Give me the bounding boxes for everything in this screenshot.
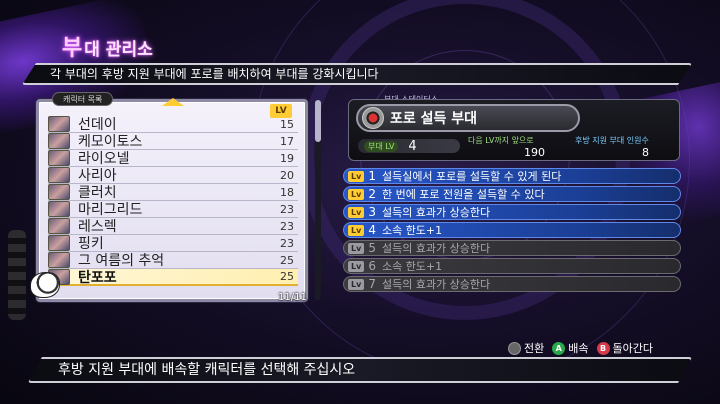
character-portrait-icon [48,201,70,217]
skill-lv-badge: Lv [348,188,365,200]
skill-description: 설득의 효과가 상승한다 [381,278,491,291]
skill-description: 한 번에 포로 전원을 설득할 수 있다 [381,188,545,201]
skill-level-number: 6 [368,259,376,273]
character-level: 25 [280,270,294,283]
help-message-bar: 후방 지원 부대에 배속할 캐릭터를 선택해 주십시오 [28,357,692,383]
list-scrollbar[interactable] [315,100,321,300]
character-level: 18 [280,185,294,199]
character-level: 23 [280,202,294,216]
character-level: 23 [280,219,294,233]
character-portrait-icon [48,133,70,149]
squad-skill-list: Lv 1 설득실에서 포로를 설득할 수 있게 된다 Lv 2 한 번에 포로 … [343,168,681,294]
squad-level-box: 부대 LV 4 [358,138,460,154]
skill-description: 설득의 효과가 상승한다 [381,242,491,255]
skill-lv-badge: Lv [348,170,365,182]
skill-description: 설득실에서 포로를 설득할 수 있게 된다 [381,170,562,183]
character-name: 탄포포 [78,269,117,286]
skill-row-lv7: Lv 7 설득의 효과가 상승한다 [343,276,681,292]
character-level: 23 [280,236,294,250]
character-level: 15 [280,117,294,131]
squad-name: 포로 설득 부대 [390,111,478,127]
decorative-chain-icon [8,230,26,320]
character-portrait-icon [48,150,70,166]
character-portrait-icon [48,218,70,234]
character-portrait-icon [48,184,70,200]
list-scrollbar-thumb[interactable] [315,100,321,142]
squad-level-value: 4 [408,138,417,154]
character-level: 25 [280,253,294,267]
support-count-label: 후방 지원 부대 인원수 [575,136,649,145]
skill-lv-badge: Lv [348,278,365,290]
screen-title-rest: 대 관리소 [84,40,153,60]
character-portrait-icon [48,116,70,132]
character-level: 17 [280,134,294,148]
assign-hint-label: 배속 [568,342,589,355]
squad-name-plate: 포로 설득 부대 [356,104,580,132]
support-count-value: 8 [642,146,649,159]
next-level-value: 190 [524,146,545,159]
character-list: 선데이 15 케모이토스 17 라이오넬 19 사리아 20 클러치 18 마리… [48,116,298,286]
stick-button-icon [508,341,521,355]
character-level: 19 [280,151,294,165]
skill-lv-badge: Lv [348,224,365,236]
next-level-label: 다음 LV까지 앞으로 [468,136,534,145]
squad-level-label: 부대 LV [364,140,399,152]
character-portrait-icon [48,167,70,183]
skill-row-lv2: Lv 2 한 번에 포로 전원을 설득할 수 있다 [343,186,681,202]
skill-row-lv6: Lv 6 소속 한도+1 [343,258,681,274]
skill-level-number: 3 [368,205,376,219]
character-level: 20 [280,168,294,182]
skill-description: 소속 한도+1 [381,224,443,237]
character-portrait-icon [48,235,70,251]
switch-hint[interactable]: 전환 [508,340,544,356]
skill-description: 설득의 효과가 상승한다 [381,206,491,219]
skill-row-lv4: Lv 4 소속 한도+1 [343,222,681,238]
list-page-counter: 11/11 [278,292,307,303]
character-row-tanpopo-selected[interactable]: 탄포포 25 [48,268,298,286]
selection-cursor-icon [30,272,60,298]
info-bar: 각 부대의 후방 지원 부대에 포로를 배치하여 부대를 강화시킵니다 [22,63,692,85]
squad-emblem-icon [362,107,384,129]
skill-lv-badge: Lv [348,206,365,218]
skill-level-number: 4 [368,223,376,237]
scroll-up-arrow-icon[interactable] [162,98,184,106]
assign-hint[interactable]: A 배속 [552,340,589,356]
screen-title-initial: 부 [62,36,83,61]
skill-description: 소속 한도+1 [381,260,443,273]
button-hints: 전환 A 배속 B 돌아간다 [508,340,661,356]
switch-hint-label: 전환 [524,342,545,355]
screen-title: 부 대 관리소 [62,30,153,62]
character-portrait-icon [48,252,70,268]
a-button-icon: A [552,341,566,355]
back-hint-label: 돌아간다 [612,342,653,355]
skill-level-number: 7 [368,277,376,291]
skill-level-number: 1 [368,169,376,183]
back-hint[interactable]: B 돌아간다 [596,340,653,356]
b-button-icon: B [596,341,610,355]
skill-level-number: 2 [368,187,376,201]
character-list-header: 캐릭터 목록 [52,92,114,106]
skill-level-number: 5 [368,241,376,255]
skill-lv-badge: Lv [348,260,365,272]
skill-row-lv3: Lv 3 설득의 효과가 상승한다 [343,204,681,220]
skill-row-lv1: Lv 1 설득실에서 포로를 설득할 수 있게 된다 [343,168,681,184]
skill-lv-badge: Lv [348,242,365,254]
skill-row-lv5: Lv 5 설득의 효과가 상승한다 [343,240,681,256]
